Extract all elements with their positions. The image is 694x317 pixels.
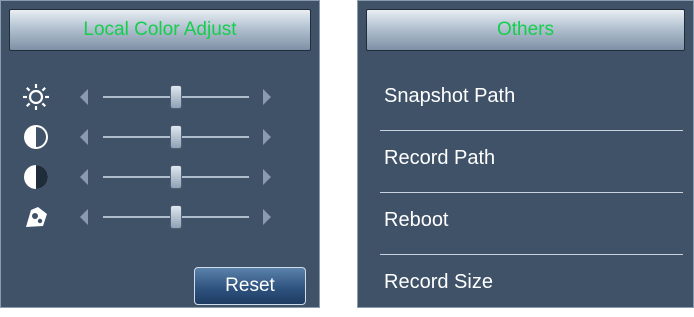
saturation-slider-thumb[interactable] xyxy=(170,165,182,189)
saturation-icon xyxy=(21,162,51,192)
contrast-decrease-arrow[interactable] xyxy=(80,129,88,145)
local-color-adjust-panel: Local Color Adjust Reset xyxy=(0,0,320,308)
local-color-adjust-title: Local Color Adjust xyxy=(9,9,311,51)
hue-decrease-arrow[interactable] xyxy=(80,209,88,225)
saturation-increase-arrow[interactable] xyxy=(263,169,271,185)
hue-slider-thumb[interactable] xyxy=(170,205,182,229)
menu-item-label: Reboot xyxy=(384,209,449,231)
contrast-slider-row xyxy=(1,117,319,157)
brightness-slider-track[interactable] xyxy=(103,85,249,109)
contrast-slider-track[interactable] xyxy=(103,125,249,149)
menu-item-record-path[interactable]: Record Path xyxy=(358,131,693,193)
brightness-decrease-arrow[interactable] xyxy=(80,89,88,105)
hue-icon xyxy=(21,202,51,232)
contrast-increase-arrow[interactable] xyxy=(263,129,271,145)
others-title: Others xyxy=(366,9,685,51)
brightness-slider-row xyxy=(1,77,319,117)
menu-item-snapshot-path[interactable]: Snapshot Path xyxy=(358,69,693,131)
menu-item-label: Snapshot Path xyxy=(384,85,516,107)
hue-slider-track[interactable] xyxy=(103,205,249,229)
menu-item-label: Record Path xyxy=(384,147,496,169)
saturation-decrease-arrow[interactable] xyxy=(80,169,88,185)
brightness-slider-thumb[interactable] xyxy=(170,85,182,109)
menu-item-reboot[interactable]: Reboot xyxy=(358,193,693,255)
reset-button[interactable]: Reset xyxy=(194,267,306,305)
contrast-icon xyxy=(21,122,51,152)
hue-increase-arrow[interactable] xyxy=(263,209,271,225)
others-panel: Others Snapshot Path Record Path Reboot … xyxy=(357,0,694,308)
saturation-slider-row xyxy=(1,157,319,197)
brightness-increase-arrow[interactable] xyxy=(263,89,271,105)
hue-slider-row xyxy=(1,197,319,237)
menu-item-label: Record Size xyxy=(384,271,493,293)
brightness-icon xyxy=(21,82,51,112)
contrast-slider-thumb[interactable] xyxy=(170,125,182,149)
saturation-slider-track[interactable] xyxy=(103,165,249,189)
